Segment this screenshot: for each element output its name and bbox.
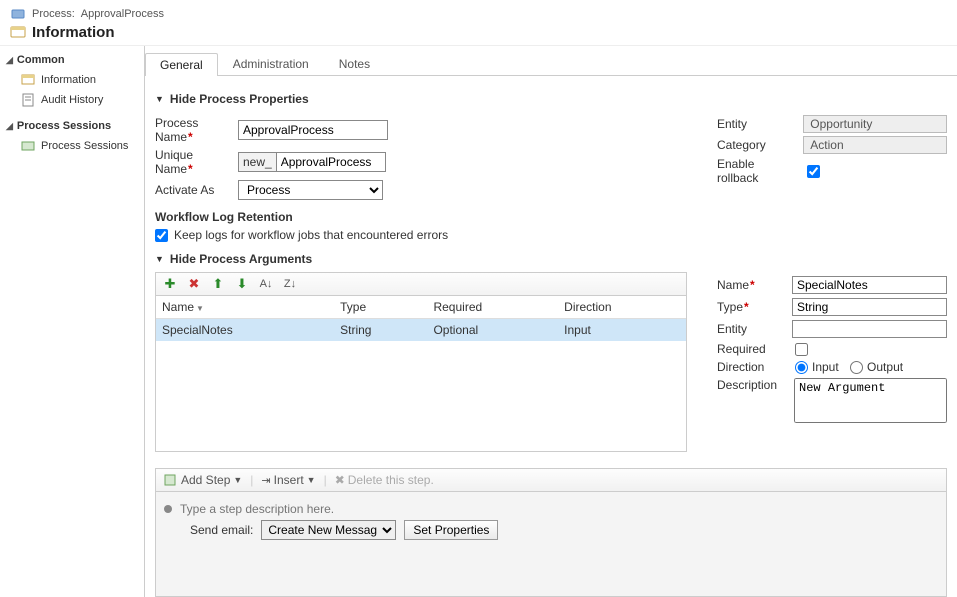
- process-name-input[interactable]: [238, 120, 388, 140]
- argument-detail: Name* Type* Entity Required: [717, 272, 947, 452]
- step-bullet-icon: [164, 505, 172, 513]
- unique-name-input[interactable]: [276, 152, 386, 172]
- sidebar-item-label: Audit History: [41, 94, 103, 106]
- header: Process: ApprovalProcess Information: [0, 0, 957, 46]
- section-process-properties[interactable]: ▼Hide Process Properties: [155, 92, 947, 106]
- workflow-log-header: Workflow Log Retention: [155, 210, 677, 224]
- category-value: Action: [803, 136, 947, 154]
- move-down-button[interactable]: ⬇: [234, 276, 250, 292]
- tab-bar: General Administration Notes: [145, 52, 957, 76]
- audit-icon: [20, 92, 36, 108]
- arg-direction-label: Direction: [717, 360, 787, 374]
- arg-type-label: Type*: [717, 300, 784, 314]
- sort-asc-button[interactable]: A↓: [258, 276, 274, 292]
- radio-label-output: Output: [867, 360, 903, 374]
- sidebar-item-information[interactable]: Information: [6, 70, 138, 90]
- info-icon: [10, 25, 26, 41]
- info-card-icon: [20, 72, 36, 88]
- arg-entity-input[interactable]: [792, 320, 947, 338]
- process-name-label: Process Name*: [155, 116, 230, 144]
- activate-as-select[interactable]: Process: [238, 180, 383, 200]
- tab-general[interactable]: General: [145, 53, 218, 76]
- add-step-button[interactable]: Add Step ▼: [162, 472, 242, 488]
- category-label: Category: [717, 138, 793, 152]
- arg-name-label: Name*: [717, 278, 784, 292]
- col-required[interactable]: Required: [427, 296, 558, 319]
- arg-description-label: Description: [717, 378, 786, 392]
- sidebar-item-label: Information: [41, 74, 96, 86]
- sessions-icon: [20, 138, 36, 154]
- add-argument-button[interactable]: ✚: [162, 276, 178, 292]
- arg-name-input[interactable]: [792, 276, 947, 294]
- sidebar-group-common[interactable]: ◢Common: [6, 54, 138, 66]
- col-type[interactable]: Type: [334, 296, 427, 319]
- unique-name-label: Unique Name*: [155, 148, 230, 176]
- step-description-input[interactable]: [180, 502, 580, 516]
- arg-required-checkbox[interactable]: [795, 343, 808, 356]
- move-up-button[interactable]: ⬆: [210, 276, 226, 292]
- section-process-arguments[interactable]: ▼Hide Process Arguments: [155, 252, 947, 266]
- sort-desc-button[interactable]: Z↓: [282, 276, 298, 292]
- delete-argument-button[interactable]: ✖: [186, 276, 202, 292]
- arg-required-label: Required: [717, 342, 787, 356]
- arguments-grid: ✚ ✖ ⬆ ⬇ A↓ Z↓ Name▼ Type Required Direct…: [155, 272, 687, 452]
- entity-value: Opportunity: [803, 115, 947, 133]
- col-direction[interactable]: Direction: [558, 296, 686, 319]
- arg-direction-output-radio[interactable]: [850, 361, 863, 374]
- arg-description-input[interactable]: [794, 378, 947, 423]
- steps-panel: Add Step ▼ | ⇥Insert ▼ | ✖ Delete this s…: [155, 468, 947, 597]
- header-process-name: ApprovalProcess: [81, 8, 164, 20]
- send-email-label: Send email:: [190, 523, 253, 537]
- keep-logs-label: Keep logs for workflow jobs that encount…: [174, 228, 448, 242]
- x-icon: ✖: [335, 473, 345, 487]
- delete-step-button[interactable]: ✖ Delete this step.: [335, 473, 434, 487]
- tab-administration[interactable]: Administration: [218, 52, 324, 75]
- arg-type-input[interactable]: [792, 298, 947, 316]
- enable-rollback-checkbox[interactable]: [807, 165, 820, 178]
- sidebar-item-audit-history[interactable]: Audit History: [6, 90, 138, 110]
- entity-label: Entity: [717, 117, 793, 131]
- enable-rollback-label: Enable rollback: [717, 157, 797, 185]
- keep-logs-checkbox[interactable]: [155, 229, 168, 242]
- header-prefix: Process:: [32, 8, 75, 20]
- sidebar-group-process-sessions[interactable]: ◢Process Sessions: [6, 120, 138, 132]
- page-title: Information: [32, 24, 115, 41]
- send-email-select[interactable]: Create New Message: [261, 520, 396, 540]
- insert-step-button[interactable]: ⇥Insert ▼: [261, 473, 315, 487]
- activate-as-label: Activate As: [155, 183, 230, 197]
- arguments-toolbar: ✚ ✖ ⬆ ⬇ A↓ Z↓: [156, 273, 686, 296]
- tab-notes[interactable]: Notes: [324, 52, 385, 75]
- step-row[interactable]: [164, 502, 938, 516]
- col-name[interactable]: Name▼: [156, 296, 334, 319]
- sidebar-item-label: Process Sessions: [41, 140, 128, 152]
- header-breadcrumb: Process: ApprovalProcess: [10, 6, 947, 22]
- add-step-icon: [162, 472, 178, 488]
- step-send-email: Send email: Create New Message Set Prope…: [190, 520, 938, 540]
- arg-entity-label: Entity: [717, 322, 784, 336]
- sidebar: ◢Common Information Audit History ◢Proce…: [0, 46, 145, 597]
- process-icon: [10, 6, 26, 22]
- steps-toolbar: Add Step ▼ | ⇥Insert ▼ | ✖ Delete this s…: [156, 469, 946, 492]
- unique-name-prefix: new_: [238, 152, 276, 172]
- set-properties-button[interactable]: Set Properties: [404, 520, 498, 540]
- arg-direction-input-radio[interactable]: [795, 361, 808, 374]
- sidebar-item-process-sessions[interactable]: Process Sessions: [6, 136, 138, 156]
- argument-row[interactable]: SpecialNotes String Optional Input: [156, 319, 686, 342]
- radio-label-input: Input: [812, 360, 839, 374]
